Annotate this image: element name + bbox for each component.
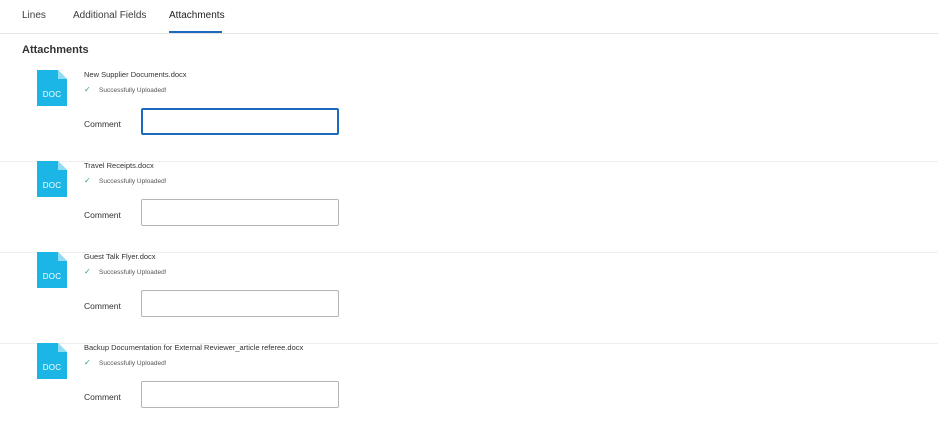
upload-status: ✓ Successfully Uploaded! <box>84 176 167 186</box>
comment-label: Comment <box>84 210 121 220</box>
upload-status-text: Successfully Uploaded! <box>99 269 167 276</box>
comment-label: Comment <box>84 392 121 402</box>
attachment-item: DOC Travel Receipts.docx ✓ Successfully U… <box>0 161 938 253</box>
section-title: Attachments <box>22 44 89 56</box>
doc-file-icon: DOC <box>37 343 67 379</box>
upload-status: ✓ Successfully Uploaded! <box>84 267 167 277</box>
doc-icon-label: DOC <box>42 181 62 190</box>
comment-label: Comment <box>84 119 121 129</box>
comment-label: Comment <box>84 301 121 311</box>
attachment-file-name[interactable]: Guest Talk Flyer.docx <box>84 252 156 261</box>
tab-additional-fields[interactable]: Additional Fields <box>73 0 146 33</box>
attachment-file-name[interactable]: New Supplier Documents.docx <box>84 70 187 79</box>
comment-input[interactable] <box>141 381 339 408</box>
attachment-item: DOC New Supplier Documents.docx ✓ Success… <box>0 70 938 162</box>
upload-status-text: Successfully Uploaded! <box>99 87 167 94</box>
doc-icon-label: DOC <box>42 363 62 372</box>
comment-input[interactable] <box>141 199 339 226</box>
doc-icon-label: DOC <box>42 90 62 99</box>
tab-attachments[interactable]: Attachments <box>169 0 225 33</box>
upload-status-text: Successfully Uploaded! <box>99 178 167 185</box>
tab-lines[interactable]: Lines <box>22 0 46 33</box>
attachment-item: DOC Backup Documentation for External Re… <box>0 343 938 434</box>
checkmark-icon: ✓ <box>84 267 91 276</box>
tab-bar: Lines Additional Fields Attachments <box>0 0 938 34</box>
checkmark-icon: ✓ <box>84 85 91 94</box>
attachment-file-name[interactable]: Backup Documentation for External Review… <box>84 343 303 352</box>
upload-status: ✓ Successfully Uploaded! <box>84 85 167 95</box>
doc-file-icon: DOC <box>37 252 67 288</box>
doc-icon-label: DOC <box>42 272 62 281</box>
upload-status: ✓ Successfully Uploaded! <box>84 358 167 368</box>
attachment-item: DOC Guest Talk Flyer.docx ✓ Successfully … <box>0 252 938 344</box>
checkmark-icon: ✓ <box>84 358 91 367</box>
doc-file-icon: DOC <box>37 70 67 106</box>
comment-input[interactable] <box>141 108 339 135</box>
upload-status-text: Successfully Uploaded! <box>99 360 167 367</box>
attachment-file-name[interactable]: Travel Receipts.docx <box>84 161 154 170</box>
doc-file-icon: DOC <box>37 161 67 197</box>
comment-input[interactable] <box>141 290 339 317</box>
checkmark-icon: ✓ <box>84 176 91 185</box>
